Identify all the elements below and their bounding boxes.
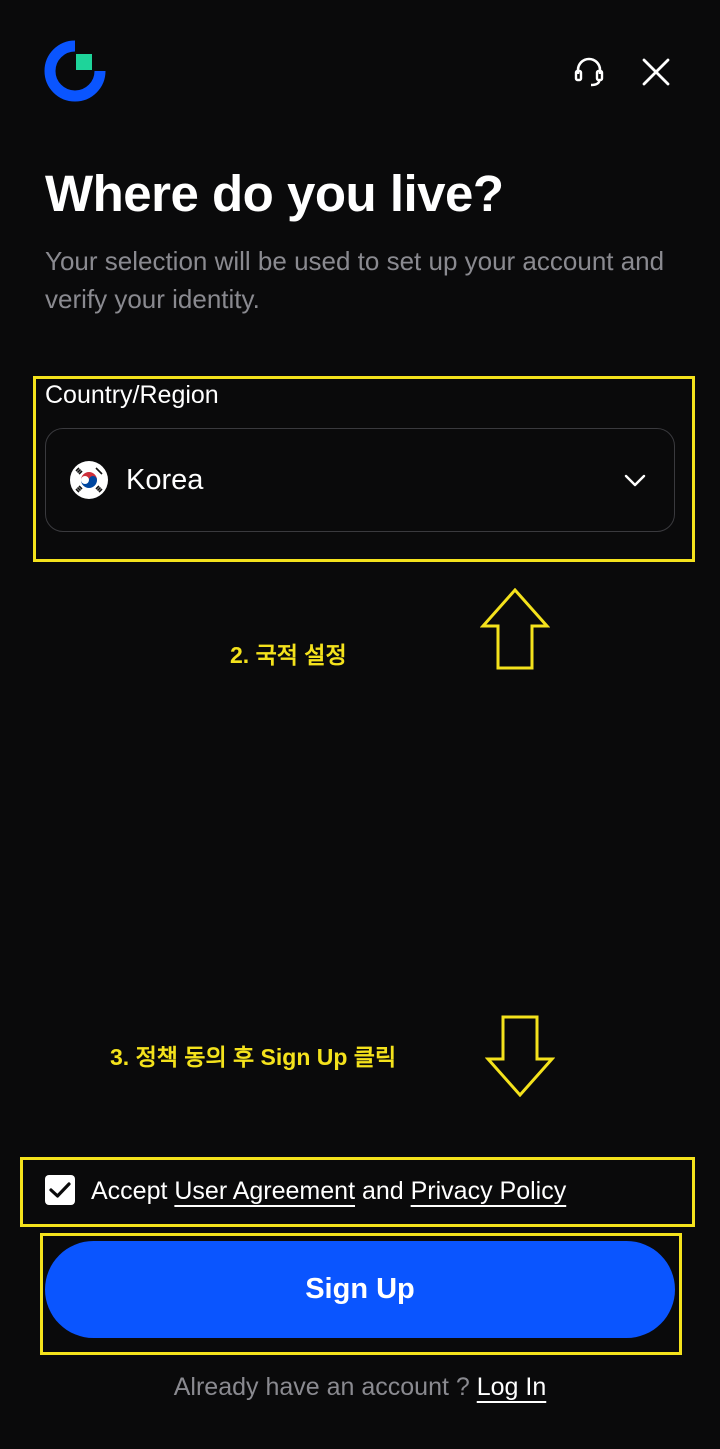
agreement-text: Accept User Agreement and Privacy Policy bbox=[91, 1174, 566, 1208]
agreement-prefix: Accept bbox=[91, 1177, 175, 1205]
agreement-checkbox[interactable] bbox=[45, 1175, 75, 1205]
close-button[interactable] bbox=[636, 52, 676, 92]
user-agreement-link[interactable]: User Agreement bbox=[174, 1177, 355, 1205]
agreement-middle: and bbox=[355, 1177, 411, 1205]
chevron-down-icon bbox=[624, 470, 646, 490]
country-field-label: Country/Region bbox=[45, 381, 219, 409]
checkmark-icon bbox=[49, 1182, 71, 1198]
country-select-value: Korea bbox=[126, 464, 204, 496]
annotation-step-3: 3. 정책 동의 후 Sign Up 클릭 bbox=[110, 1044, 397, 1070]
arrow-down-icon bbox=[484, 1015, 556, 1098]
log-in-link[interactable]: Log In bbox=[477, 1373, 547, 1401]
page-title: Where do you live? bbox=[45, 165, 504, 222]
page-subtitle: Your selection will be used to set up yo… bbox=[45, 246, 665, 314]
support-button[interactable] bbox=[568, 52, 610, 92]
headset-icon bbox=[574, 57, 604, 87]
login-prompt-text: Already have an account ? bbox=[173, 1373, 477, 1401]
brand-logo-icon bbox=[44, 40, 106, 102]
login-prompt-row: Already have an account ? Log In bbox=[0, 1370, 720, 1404]
sign-up-button[interactable]: Sign Up bbox=[45, 1241, 675, 1338]
close-icon bbox=[642, 58, 670, 86]
annotation-step-2: 2. 국적 설정 bbox=[230, 642, 347, 668]
arrow-up-icon bbox=[479, 587, 551, 670]
privacy-policy-link[interactable]: Privacy Policy bbox=[411, 1177, 567, 1205]
south-korea-flag-icon bbox=[70, 461, 108, 499]
